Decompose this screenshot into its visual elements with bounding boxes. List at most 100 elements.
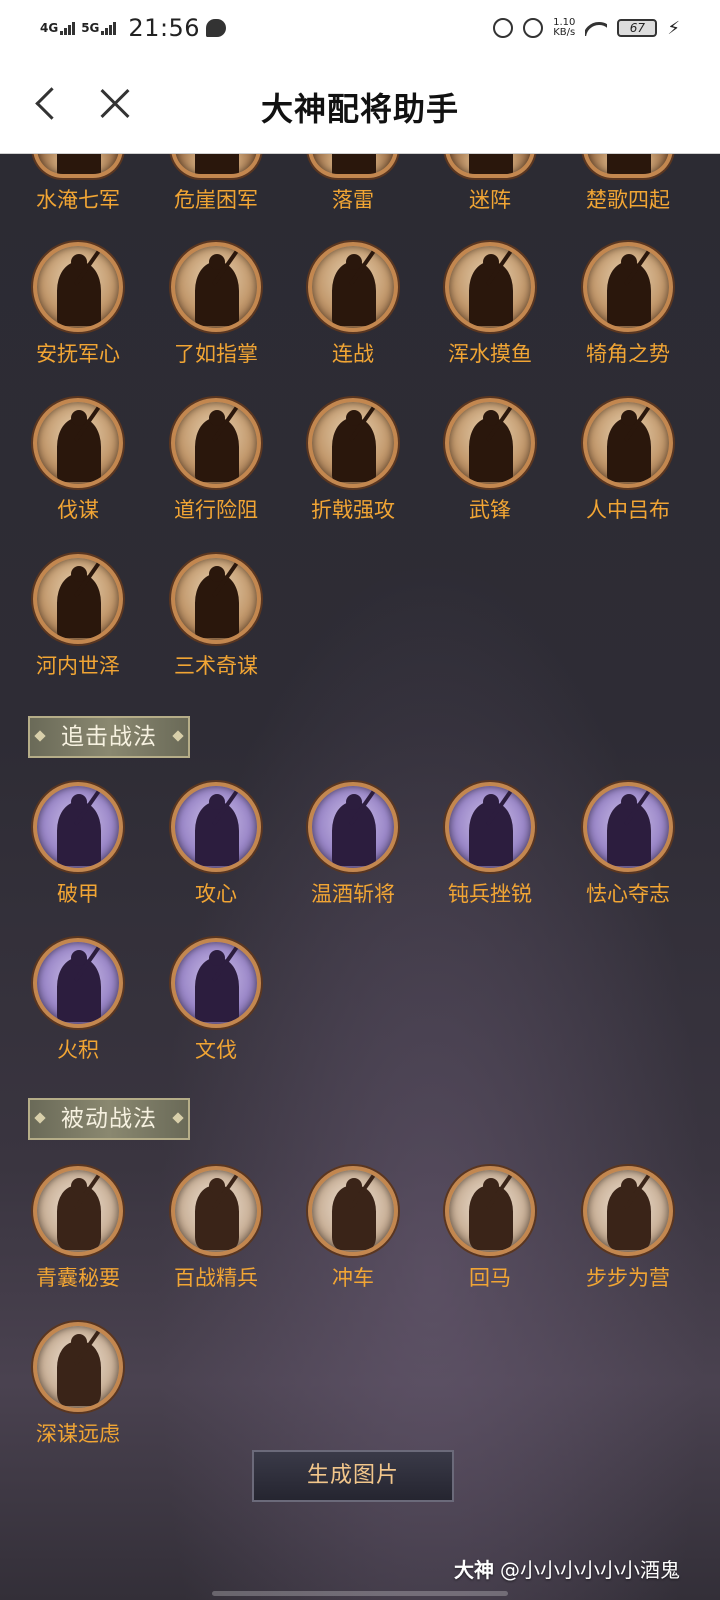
skill-label: 楚歌四起: [586, 188, 670, 212]
skill-label: 武锋: [469, 498, 511, 522]
skill-icon: [583, 782, 673, 872]
skill-icon: [33, 1166, 123, 1256]
skill-icon: [583, 1166, 673, 1256]
skill-item[interactable]: 百战精兵: [146, 1166, 286, 1292]
skill-label: 折戟强攻: [311, 498, 395, 522]
skill-item[interactable]: 浑水摸鱼: [420, 242, 560, 368]
skill-label: 温酒斩将: [311, 882, 395, 906]
skill-icon: [308, 782, 398, 872]
skill-item[interactable]: 怯心夺志: [558, 782, 698, 908]
sim2-label: 5G: [81, 21, 100, 35]
skill-item[interactable]: 三术奇谋: [146, 554, 286, 680]
watermark: 大神 @小小小小小小酒鬼: [454, 1554, 680, 1583]
skill-item[interactable]: 了如指掌: [146, 242, 286, 368]
skill-item[interactable]: 冲车: [283, 1166, 423, 1292]
skill-item[interactable]: 犄角之势: [558, 242, 698, 368]
skill-icon: [445, 398, 535, 488]
skill-item[interactable]: 楚歌四起: [558, 154, 698, 214]
title-bar: 大神配将助手: [0, 56, 720, 154]
skill-label: 三术奇谋: [174, 654, 258, 678]
skill-label: 钝兵挫锐: [448, 882, 532, 906]
skill-label: 回马: [469, 1266, 511, 1290]
home-indicator[interactable]: [212, 1591, 508, 1596]
skill-icon: [171, 1166, 261, 1256]
skill-item[interactable]: 步步为营: [558, 1166, 698, 1292]
skill-icon: [33, 242, 123, 332]
skill-item[interactable]: 危崖困军: [146, 154, 286, 214]
skill-item[interactable]: 文伐: [146, 938, 286, 1064]
skill-list[interactable]: 水淹七军 危崖困军 落雷 迷阵 楚歌四起 安抚军心 了如指掌 连战 浑水摸鱼 犄…: [0, 154, 720, 1600]
skill-item[interactable]: 伐谋: [8, 398, 148, 524]
skill-item[interactable]: 钝兵挫锐: [420, 782, 560, 908]
generate-image-button[interactable]: 生成图片: [252, 1450, 454, 1502]
page-title: 大神配将助手: [260, 90, 459, 128]
skill-label: 伐谋: [57, 498, 99, 522]
skill-item[interactable]: 河内世泽: [8, 554, 148, 680]
skill-item[interactable]: 落雷: [283, 154, 423, 214]
skill-label: 犄角之势: [586, 342, 670, 366]
skill-label: 百战精兵: [174, 1266, 258, 1290]
section-header-pursuit: 追击战法: [28, 716, 190, 758]
wifi-icon: [585, 20, 608, 36]
skill-icon: [171, 154, 261, 178]
skill-label: 道行险阻: [174, 498, 258, 522]
battery-icon: 67: [617, 19, 658, 37]
skill-icon: [171, 782, 261, 872]
skill-label: 落雷: [332, 188, 374, 212]
skill-item[interactable]: 连战: [283, 242, 423, 368]
skill-label: 水淹七军: [36, 188, 120, 212]
skill-item[interactable]: 温酒斩将: [283, 782, 423, 908]
skill-item[interactable]: 迷阵: [420, 154, 560, 214]
skill-item[interactable]: 攻心: [146, 782, 286, 908]
skill-icon: [445, 782, 535, 872]
skill-icon: [33, 782, 123, 872]
skill-label: 连战: [332, 342, 374, 366]
skill-icon: [33, 554, 123, 644]
skill-label: 青囊秘要: [36, 1266, 120, 1290]
skill-icon: [583, 242, 673, 332]
skill-item[interactable]: 安抚军心: [8, 242, 148, 368]
skill-item[interactable]: 水淹七军: [8, 154, 148, 214]
skill-icon: [171, 242, 261, 332]
signal-5g-icon: 5G: [81, 21, 117, 35]
skill-label: 冲车: [332, 1266, 374, 1290]
status-bar: 4G 5G 21:56 1.10 KB/s 67 ⚡: [0, 0, 720, 56]
skill-label: 浑水摸鱼: [448, 342, 532, 366]
skill-icon: [33, 1322, 123, 1412]
skill-item[interactable]: 折戟强攻: [283, 398, 423, 524]
skill-icon: [33, 938, 123, 1028]
chat-notification-icon: [206, 19, 227, 37]
skill-label: 迷阵: [469, 188, 511, 212]
skill-label: 危崖困军: [174, 188, 258, 212]
skill-item[interactable]: 人中吕布: [558, 398, 698, 524]
skill-label: 步步为营: [586, 1266, 670, 1290]
skill-icon: [33, 154, 123, 178]
skill-icon: [33, 398, 123, 488]
skill-item[interactable]: 青囊秘要: [8, 1166, 148, 1292]
skill-label: 河内世泽: [36, 654, 120, 678]
skill-label: 深谋远虑: [36, 1422, 120, 1446]
watermark-user: @小小小小小小酒鬼: [500, 1558, 680, 1582]
skill-item[interactable]: 回马: [420, 1166, 560, 1292]
skill-icon: [171, 938, 261, 1028]
skill-item[interactable]: 深谋远虑: [8, 1322, 148, 1448]
skill-label: 攻心: [195, 882, 237, 906]
charging-icon: ⚡: [667, 17, 680, 39]
network-speed: 1.10 KB/s: [553, 18, 575, 38]
skill-icon: [171, 554, 261, 644]
clock: 21:56: [128, 14, 201, 42]
skill-item[interactable]: 武锋: [420, 398, 560, 524]
skill-icon: [308, 1166, 398, 1256]
watermark-brand: 大神: [454, 1558, 494, 1582]
skill-item[interactable]: 破甲: [8, 782, 148, 908]
skill-icon: [583, 154, 673, 178]
skill-icon: [583, 398, 673, 488]
skill-icon: [308, 398, 398, 488]
network-speed-unit: KB/s: [553, 27, 576, 38]
skill-item[interactable]: 道行险阻: [146, 398, 286, 524]
skill-icon: [308, 242, 398, 332]
skill-label: 文伐: [195, 1038, 237, 1062]
section-header-passive: 被动战法: [28, 1098, 190, 1140]
skill-label: 怯心夺志: [586, 882, 670, 906]
skill-item[interactable]: 火积: [8, 938, 148, 1064]
